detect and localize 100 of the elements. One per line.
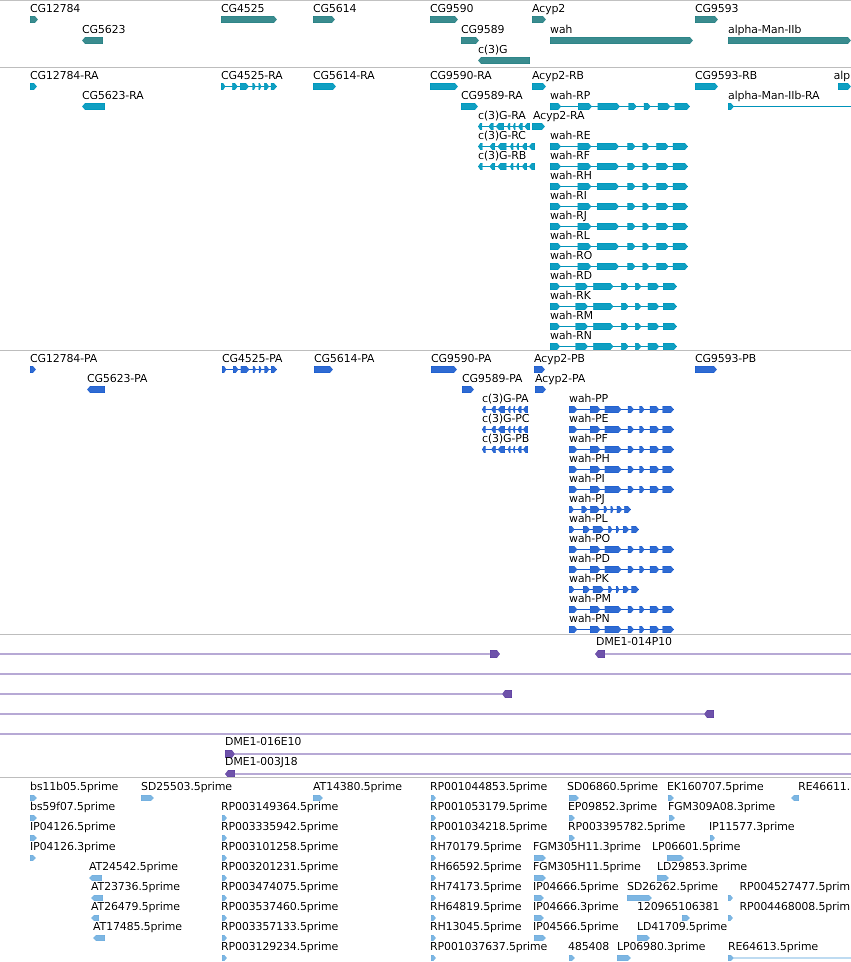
feature-label: wah-PK: [569, 572, 609, 585]
feature-label: wah: [550, 22, 572, 36]
feature-label: RH66592.5prime: [430, 860, 522, 873]
feature-label: DME1-016E10: [225, 735, 302, 748]
feature-label: RP001053179.5prime: [430, 800, 548, 813]
feature-label: wah-PJ: [569, 492, 605, 505]
feature-label: Acyp2-PB: [534, 352, 585, 365]
feature-label: wah-PF: [569, 432, 608, 445]
feature-label: bs11b05.5prime: [30, 780, 118, 793]
feature-label: IP11577.3prime: [709, 820, 794, 833]
feature-label: SD25503.5prime: [141, 780, 232, 793]
feature-label: RP004468008.5prim: [740, 900, 850, 913]
feature-label: wah-PI: [569, 472, 605, 485]
feature-label: wah-PP: [569, 392, 608, 405]
feature-label: wah-PM: [569, 592, 611, 605]
feature-label: wah-PH: [569, 452, 610, 465]
feature-label: IP04666.5prime: [533, 880, 618, 893]
feature-label: alp: [834, 69, 850, 82]
feature-label: SD26262.5prime: [627, 880, 718, 893]
feature-label: RE64613.5prime: [728, 940, 818, 953]
feature-label: wah-RL: [550, 229, 590, 242]
feature-label: wah-RJ: [550, 209, 587, 222]
feature-label: c(3)G-PB: [482, 432, 530, 445]
feature-label: RP003101258.5prime: [221, 840, 338, 853]
feature-label: wah-RF: [550, 149, 590, 162]
feature-label: bs59f07.5prime: [30, 800, 116, 813]
feature-label: RP004527477.5prim: [740, 880, 850, 893]
feature-label: alpha-Man-IIb-RA: [728, 89, 820, 102]
feature-label: DME1-003J18: [225, 755, 298, 768]
feature-label: RP003201231.5prime: [221, 860, 338, 873]
feature-label: LP06980.3prime: [617, 940, 706, 953]
feature-label: CG9590-RA: [430, 69, 492, 82]
feature-label: wah-PE: [569, 412, 608, 425]
feature-label: CG9593-RB: [695, 69, 758, 82]
feature-label: CG5623-PA: [87, 372, 148, 385]
feature-label: RP003474075.5prime: [221, 880, 338, 893]
feature-label: IP04666.3prime: [533, 900, 618, 913]
feature-label: AT14380.5prime: [313, 780, 402, 793]
feature-label: 485408: [568, 940, 610, 953]
feature-label: FGM305H11.3prime: [533, 840, 641, 853]
feature-label: DME1-014P10: [596, 635, 672, 648]
feature-label: wah-RD: [550, 269, 592, 282]
feature-label: CG9593-PB: [695, 352, 756, 365]
feature-label: LD29853.3prime: [657, 860, 748, 873]
feature-label: CG5623-RA: [82, 89, 144, 102]
feature-label: c(3)G-RC: [478, 129, 526, 142]
feature-label: AT26479.5prime: [91, 900, 180, 913]
feature-label: Acyp2: [532, 2, 566, 15]
feature-label: wah-RI: [550, 189, 587, 202]
feature-label: CG9590: [430, 2, 474, 15]
feature-label: CG5614-PA: [314, 352, 374, 365]
feature-label: wah-PL: [569, 512, 608, 525]
feature-label: RP003537460.5prime: [221, 900, 338, 913]
feature-label: CG9593: [695, 2, 738, 15]
feature-label: CG12784: [30, 2, 80, 15]
feature-label: c(3)G: [478, 43, 508, 56]
feature-label: RP003357133.5prime: [221, 920, 338, 933]
feature-label: RP003129234.5prime: [221, 940, 338, 953]
feature-label: RH70179.5prime: [430, 840, 522, 853]
feature-label: c(3)G-PC: [482, 412, 530, 425]
feature-label: RH13045.5prime: [430, 920, 522, 933]
feature-label: RH64819.5prime: [430, 900, 522, 913]
feature-label: FGM309A08.3prime: [668, 800, 775, 813]
feature-label: CG5614-RA: [313, 69, 375, 82]
feature-label: c(3)G-RA: [478, 109, 526, 122]
feature-label: wah-RH: [550, 169, 592, 182]
feature-label: CG5623: [82, 22, 126, 36]
feature-label: wah-RN: [550, 329, 592, 342]
feature-label: RP003395782.5prime: [568, 820, 686, 833]
feature-label: CG12784-PA: [30, 352, 98, 365]
feature-label: wah-RE: [550, 129, 590, 142]
feature-label: wah-RP: [550, 89, 590, 102]
feature-label: wah-RO: [550, 249, 592, 262]
feature-label: CG12784-RA: [30, 69, 98, 82]
feature-label: Acyp2-RA: [533, 109, 584, 122]
feature-label: CG9589: [461, 22, 504, 36]
feature-label: wah-RK: [550, 289, 591, 302]
feature-label: c(3)G-PA: [482, 392, 528, 405]
feature-label: wah-PO: [569, 532, 610, 545]
feature-label: AT23736.5prime: [91, 880, 180, 893]
feature-label: CG9590-PA: [431, 352, 492, 365]
feature-label: RP001037637.5prime: [430, 940, 548, 953]
feature-label: AT17485.5prime: [93, 920, 182, 933]
feature-label: RE46611.: [798, 780, 850, 793]
feature-label: alpha-Man-IIb: [728, 22, 802, 36]
feature-label: RP003149364.5prime: [221, 800, 338, 813]
feature-label: 120965106381: [637, 900, 720, 913]
feature-label: CG9589-RA: [461, 89, 523, 102]
feature-label: FGM305H11.5prime: [533, 860, 641, 873]
feature-label: CG5614: [313, 2, 356, 15]
feature-label: RP003335942.5prime: [221, 820, 338, 833]
feature-label: wah-PD: [569, 552, 610, 565]
feature-label: c(3)G-RB: [478, 149, 526, 162]
feature-label: SD06860.5prime: [567, 780, 658, 793]
feature-label: IP04126.3prime: [30, 840, 116, 853]
feature-label: CG4525-PA: [222, 352, 282, 365]
feature-label: wah-RM: [550, 309, 593, 322]
feature-label: Acyp2-RB: [532, 69, 584, 82]
feature-label: LD41709.5prime: [637, 920, 728, 933]
feature-label: RP001044853.5prime: [430, 780, 548, 793]
